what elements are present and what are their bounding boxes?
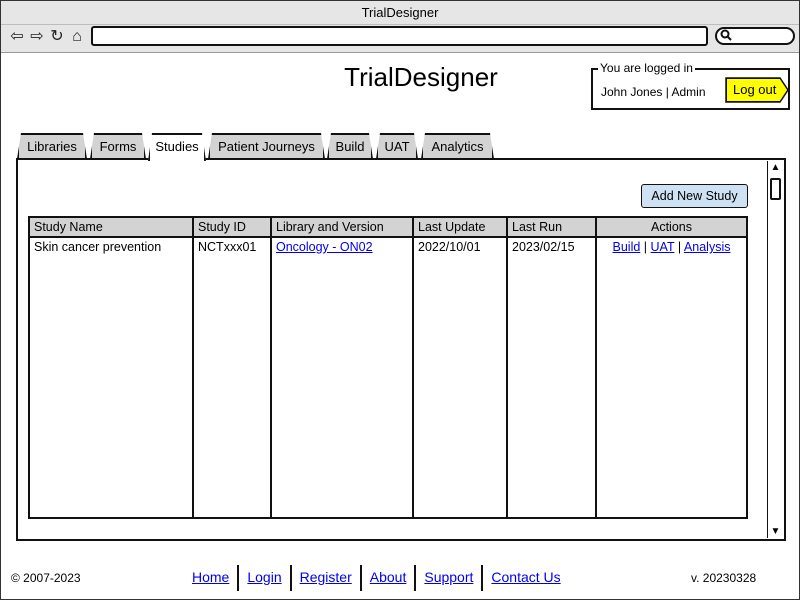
- build-action-link[interactable]: Build: [613, 240, 641, 254]
- library-link[interactable]: Oncology - ON02: [276, 240, 373, 254]
- login-legend: You are logged in: [598, 61, 695, 75]
- uat-action-link[interactable]: UAT: [651, 240, 675, 254]
- study-name-cell: Skin cancer prevention: [28, 237, 194, 257]
- table-row: Skin cancer prevention NCTxxx01 Oncology…: [28, 237, 748, 257]
- footer-divider: [237, 565, 240, 591]
- column-header-study-id[interactable]: Study ID: [192, 217, 272, 238]
- tab-forms[interactable]: Forms: [90, 133, 146, 159]
- tab-uat[interactable]: UAT: [376, 133, 418, 159]
- app-title: TrialDesigner: [344, 62, 498, 92]
- version-text: v. 20230328: [691, 571, 757, 585]
- footer-link-home[interactable]: Home: [192, 565, 229, 591]
- footer-link-about[interactable]: About: [370, 565, 407, 591]
- window-title: TrialDesigner: [1, 1, 799, 25]
- table-empty-space: [28, 257, 748, 518]
- logout-button[interactable]: Log out: [726, 78, 788, 102]
- tab-analytics[interactable]: Analytics: [421, 133, 494, 159]
- search-icon: [720, 29, 732, 44]
- browser-window: TrialDesigner ⇦ ⇨ ↻ ⌂ TrialDesigner You …: [0, 0, 800, 600]
- tab-build[interactable]: Build: [327, 133, 373, 159]
- footer-divider: [289, 565, 292, 591]
- scroll-up-arrow-icon[interactable]: ▲: [770, 162, 781, 173]
- analysis-action-link[interactable]: Analysis: [684, 240, 731, 254]
- browser-toolbar: ⇦ ⇨ ↻ ⌂: [1, 25, 799, 53]
- browser-search-input[interactable]: [715, 27, 795, 45]
- current-user: John Jones | Admin: [601, 85, 706, 99]
- column-header-library-version[interactable]: Library and Version: [270, 217, 414, 238]
- last-run-cell: 2023/02/15: [506, 237, 597, 257]
- forward-arrow-icon[interactable]: ⇨: [27, 27, 47, 47]
- studies-panel: Add New Study Study Name Study ID Librar…: [16, 158, 786, 541]
- footer-link-support[interactable]: Support: [424, 565, 473, 591]
- vertical-scrollbar[interactable]: ▲ ▼: [767, 161, 783, 538]
- footer-link-contact-us[interactable]: Contact Us: [491, 565, 560, 591]
- column-header-study-name[interactable]: Study Name: [28, 217, 194, 238]
- column-header-actions: Actions: [595, 217, 748, 238]
- tab-libraries[interactable]: Libraries: [17, 133, 87, 159]
- add-new-study-button[interactable]: Add New Study: [641, 184, 748, 208]
- footer-links: Home Login Register About Support Contac…: [192, 565, 561, 591]
- copyright-text: © 2007-2023: [11, 571, 81, 585]
- tab-patient-journeys[interactable]: Patient Journeys: [208, 133, 325, 159]
- back-arrow-icon[interactable]: ⇦: [7, 27, 27, 47]
- action-separator: |: [643, 240, 648, 254]
- footer-link-register[interactable]: Register: [300, 565, 352, 591]
- footer-link-login[interactable]: Login: [247, 565, 281, 591]
- footer-divider: [414, 565, 417, 591]
- library-cell: Oncology - ON02: [270, 237, 414, 257]
- tab-studies[interactable]: Studies: [148, 133, 206, 161]
- actions-cell: Build | UAT | Analysis: [595, 237, 748, 257]
- footer-divider: [359, 565, 362, 591]
- home-icon[interactable]: ⌂: [67, 27, 87, 47]
- reload-icon[interactable]: ↻: [47, 27, 67, 47]
- studies-table: Study Name Study ID Library and Version …: [28, 216, 748, 519]
- login-status-box: You are logged in John Jones | Admin Log…: [591, 61, 790, 110]
- url-input[interactable]: [91, 26, 708, 46]
- column-header-last-update[interactable]: Last Update: [412, 217, 508, 238]
- action-separator: |: [677, 240, 682, 254]
- last-update-cell: 2022/10/01: [412, 237, 508, 257]
- footer-divider: [481, 565, 484, 591]
- page-footer: © 2007-2023 Home Login Register About Su…: [1, 561, 799, 595]
- scroll-thumb[interactable]: [770, 178, 781, 200]
- scroll-down-arrow-icon[interactable]: ▼: [770, 526, 781, 537]
- column-header-last-run[interactable]: Last Run: [506, 217, 597, 238]
- study-id-cell: NCTxxx01: [192, 237, 272, 257]
